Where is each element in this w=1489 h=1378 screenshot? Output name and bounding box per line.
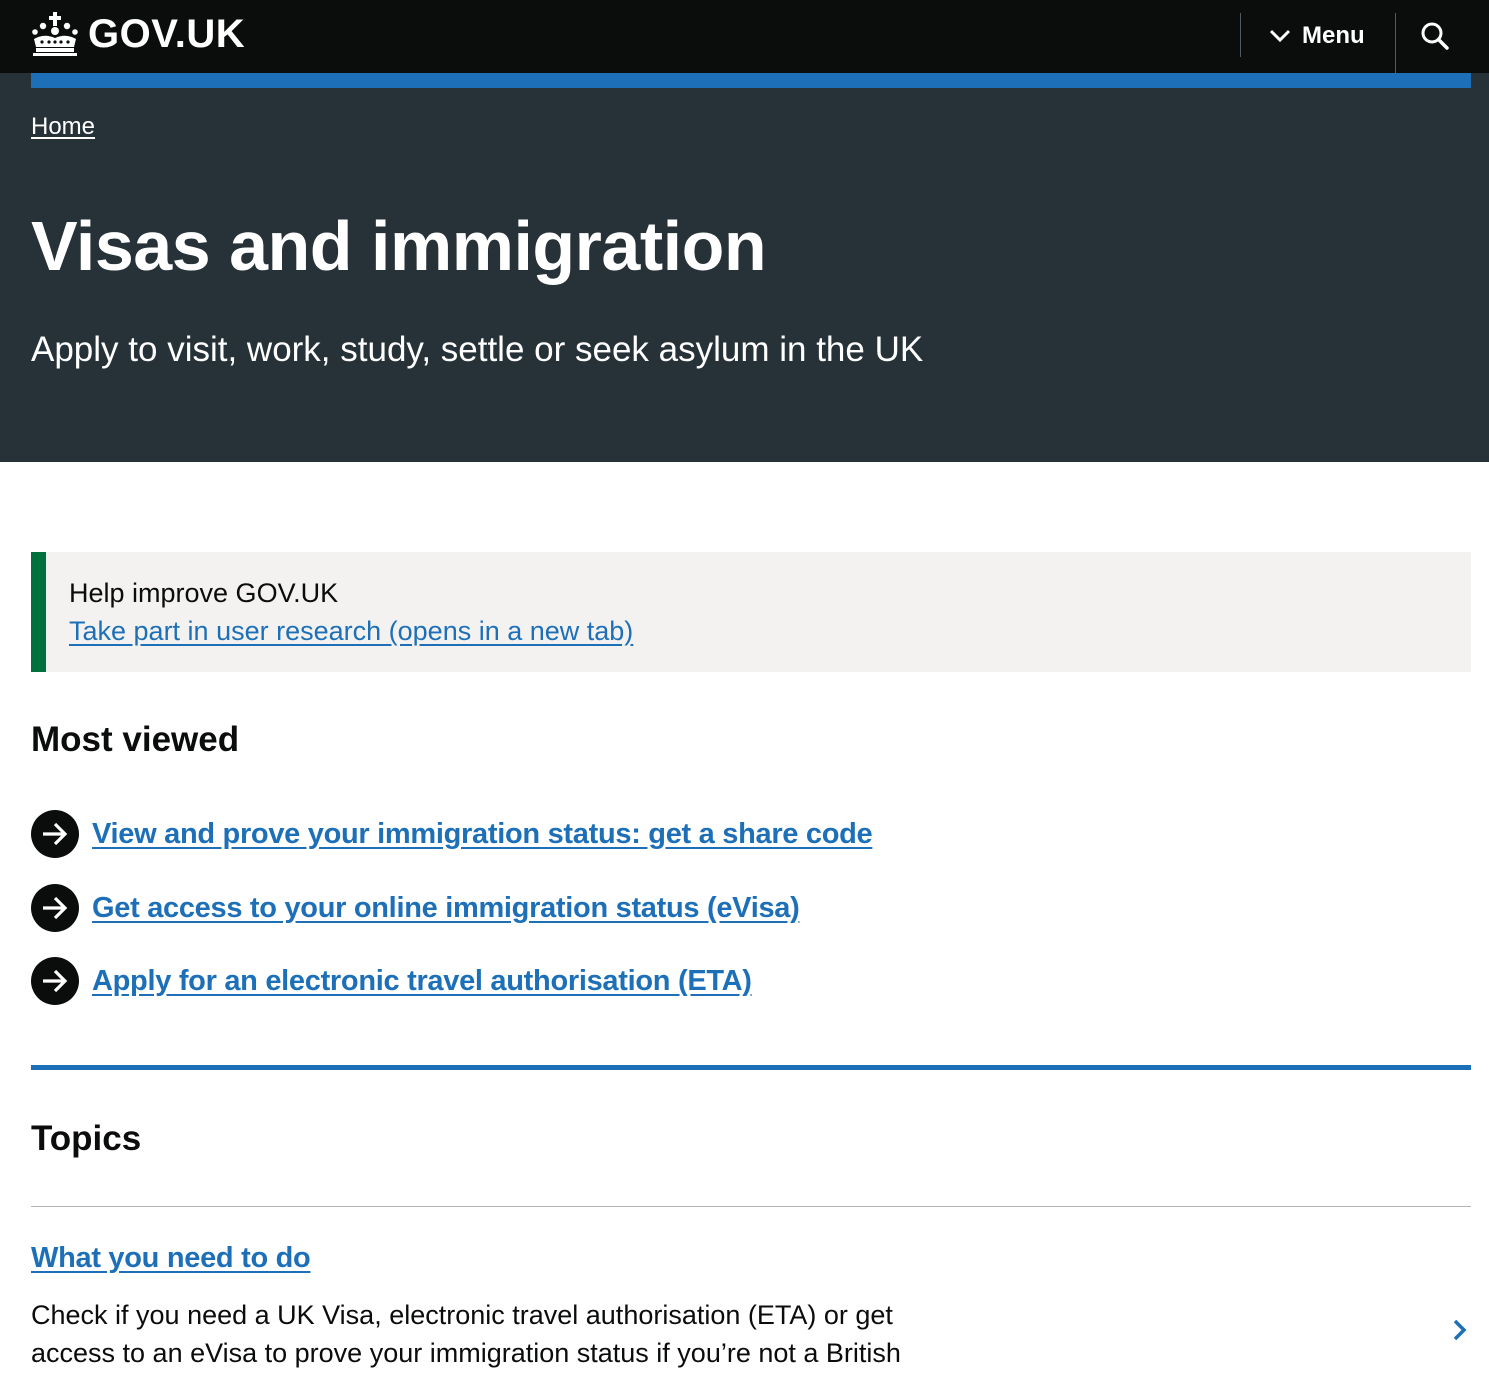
govuk-logo-link[interactable]: GOV.UK — [30, 8, 245, 60]
search-icon — [1421, 22, 1449, 50]
topics-section-rule — [31, 1065, 1471, 1070]
chevron-down-icon — [1269, 29, 1291, 43]
most-viewed-item: Get access to your online immigration st… — [31, 883, 800, 933]
most-viewed-item: Apply for an electronic travel authorisa… — [31, 956, 752, 1006]
hero: Home Visas and immigration Apply to visi… — [0, 73, 1489, 462]
breadcrumb-home-link[interactable]: Home — [31, 113, 95, 141]
menu-button[interactable]: Menu — [1268, 18, 1365, 54]
logo-text: GOV.UK — [88, 12, 246, 56]
chevron-right-icon[interactable] — [1448, 1318, 1472, 1342]
header-divider — [1395, 13, 1396, 73]
header-accent-bar — [31, 73, 1471, 88]
banner-title: Help improve GOV.UK — [69, 578, 339, 608]
header-divider — [1240, 13, 1241, 57]
search-button[interactable] — [1410, 18, 1460, 54]
topic-link-what-you-need-to-do[interactable]: What you need to do — [31, 1242, 311, 1275]
crown-icon — [32, 12, 78, 56]
most-viewed-item: View and prove your immigration status: … — [31, 809, 873, 859]
most-viewed-link[interactable]: Apply for an electronic travel authorisa… — [92, 965, 752, 998]
arrow-right-icon — [31, 884, 79, 932]
user-research-banner: Help improve GOV.UK Take part in user re… — [31, 552, 1471, 672]
site-header: GOV.UK Menu — [0, 0, 1489, 73]
topic-divider — [31, 1206, 1471, 1207]
topics-heading: Topics — [31, 1119, 142, 1158]
most-viewed-heading: Most viewed — [31, 720, 240, 759]
arrow-right-icon — [31, 810, 79, 858]
most-viewed-link[interactable]: View and prove your immigration status: … — [92, 818, 873, 851]
arrow-right-icon — [31, 957, 79, 1005]
page-title: Visas and immigration — [31, 207, 767, 285]
topic-description: Check if you need a UK Visa, electronic … — [31, 1300, 901, 1368]
page-lede: Apply to visit, work, study, settle or s… — [31, 330, 924, 369]
user-research-link[interactable]: Take part in user research (opens in a n… — [69, 614, 633, 648]
most-viewed-link[interactable]: Get access to your online immigration st… — [92, 892, 800, 925]
menu-label: Menu — [1302, 22, 1365, 49]
